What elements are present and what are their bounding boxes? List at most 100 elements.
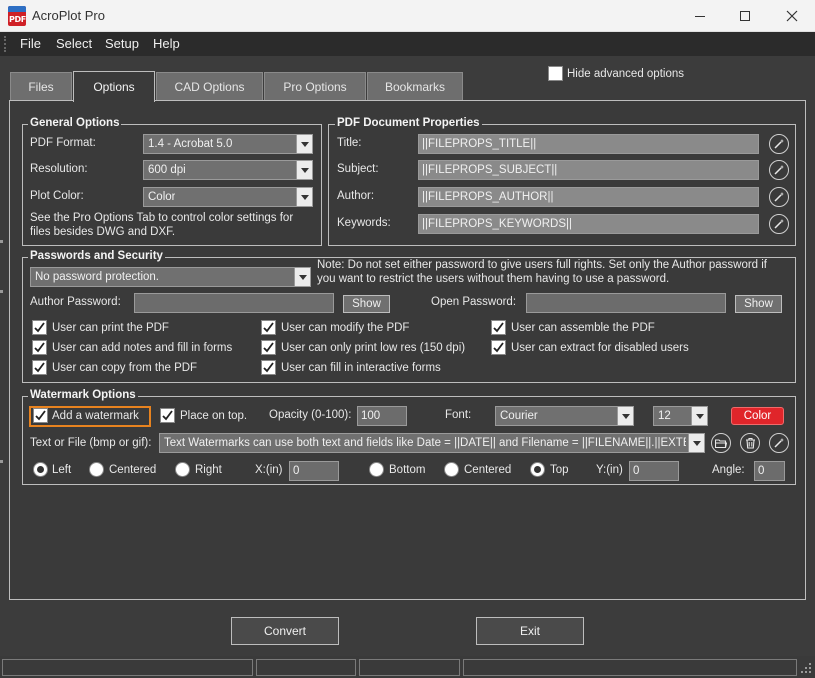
perm-forms-checkbox[interactable] bbox=[261, 360, 276, 375]
h-align-center-label: Centered bbox=[109, 464, 157, 476]
tab-pro-options[interactable]: Pro Options bbox=[264, 72, 366, 101]
status-segment bbox=[256, 659, 356, 676]
convert-button[interactable]: Convert bbox=[231, 617, 339, 645]
author-label: Author: bbox=[337, 190, 375, 202]
resize-grip[interactable] bbox=[800, 662, 812, 677]
checkmark-icon bbox=[34, 362, 45, 373]
tab-files[interactable]: Files bbox=[10, 72, 72, 101]
magic-wand-icon bbox=[774, 139, 784, 149]
author-password-field[interactable] bbox=[134, 293, 334, 313]
y-offset-input[interactable]: 0 bbox=[629, 461, 679, 481]
perm-extract-label: User can extract for disabled users bbox=[511, 342, 689, 354]
tab-cad-options[interactable]: CAD Options bbox=[156, 72, 263, 101]
magic-wand-icon bbox=[774, 192, 784, 202]
plot-color-select[interactable]: Color bbox=[143, 187, 313, 207]
watermark-text-label: Text or File (bmp or gif): bbox=[30, 437, 152, 449]
watermark-text-select[interactable]: Text Watermarks can use both text and fi… bbox=[159, 433, 705, 453]
chevron-down-icon bbox=[296, 161, 312, 179]
status-segment bbox=[2, 659, 253, 676]
edge-mark bbox=[0, 460, 3, 463]
menu-help[interactable]: Help bbox=[153, 36, 180, 51]
perm-copy-label: User can copy from the PDF bbox=[52, 362, 198, 374]
menu-grip bbox=[4, 36, 7, 52]
watermark-title: Watermark Options bbox=[28, 389, 138, 401]
v-align-top-label: Top bbox=[550, 464, 569, 476]
v-align-center-radio[interactable] bbox=[444, 462, 459, 477]
v-align-top-radio[interactable] bbox=[530, 462, 545, 477]
subject-field[interactable]: ||FILEPROPS_SUBJECT|| bbox=[418, 160, 759, 180]
show-author-password-button[interactable]: Show bbox=[343, 295, 390, 313]
general-note-line1: See the Pro Options Tab to control color… bbox=[30, 212, 294, 224]
maximize-button[interactable] bbox=[722, 0, 768, 32]
h-align-left-radio[interactable] bbox=[33, 462, 48, 477]
font-size-select[interactable]: 12 bbox=[653, 406, 708, 426]
perm-forms-label: User can fill in interactive forms bbox=[281, 362, 441, 374]
exit-button[interactable]: Exit bbox=[476, 617, 584, 645]
v-align-bottom-radio[interactable] bbox=[369, 462, 384, 477]
chevron-down-icon bbox=[691, 407, 707, 425]
clear-text-button[interactable] bbox=[740, 433, 760, 453]
y-offset-label: Y:(in) bbox=[596, 464, 623, 476]
x-offset-input[interactable]: 0 bbox=[289, 461, 339, 481]
title-field[interactable]: ||FILEPROPS_TITLE|| bbox=[418, 134, 759, 154]
author-field[interactable]: ||FILEPROPS_AUTHOR|| bbox=[418, 187, 759, 207]
pdf-format-select[interactable]: 1.4 - Acrobat 5.0 bbox=[143, 134, 313, 154]
perm-print-checkbox[interactable] bbox=[32, 320, 47, 335]
browse-file-button[interactable] bbox=[711, 433, 731, 453]
edge-mark bbox=[0, 240, 3, 243]
chevron-down-icon bbox=[688, 434, 704, 452]
v-align-bottom-label: Bottom bbox=[389, 464, 426, 476]
general-note-line2: files besides DWG and DXF. bbox=[30, 226, 176, 238]
author-wand-button[interactable] bbox=[769, 187, 789, 207]
checkmark-icon bbox=[34, 322, 45, 333]
perm-modify-checkbox[interactable] bbox=[261, 320, 276, 335]
menu-setup[interactable]: Setup bbox=[105, 36, 139, 51]
plot-color-label: Plot Color: bbox=[30, 190, 84, 202]
subject-wand-button[interactable] bbox=[769, 160, 789, 180]
maximize-icon bbox=[740, 11, 750, 21]
h-align-left-label: Left bbox=[52, 464, 72, 476]
folder-open-icon bbox=[715, 438, 727, 448]
resolution-label: Resolution: bbox=[30, 163, 88, 175]
keywords-wand-button[interactable] bbox=[769, 214, 789, 234]
tab-bookmarks[interactable]: Bookmarks bbox=[367, 72, 463, 101]
open-password-field[interactable] bbox=[526, 293, 726, 313]
place-on-top-label: Place on top. bbox=[180, 410, 248, 422]
keywords-label: Keywords: bbox=[337, 217, 391, 229]
perm-notes-label: User can add notes and fill in forms bbox=[52, 342, 233, 354]
minimize-button[interactable] bbox=[677, 0, 723, 32]
font-select[interactable]: Courier bbox=[495, 406, 634, 426]
focus-highlight bbox=[29, 406, 151, 427]
radio-dot bbox=[534, 466, 541, 473]
close-button[interactable] bbox=[769, 0, 815, 32]
security-note-line2: you want to restrict the users without t… bbox=[317, 273, 670, 285]
opacity-label: Opacity (0-100): bbox=[269, 409, 352, 421]
opacity-input[interactable]: 100 bbox=[357, 406, 407, 426]
title-wand-button[interactable] bbox=[769, 134, 789, 154]
hide-advanced-checkbox[interactable] bbox=[548, 66, 563, 81]
keywords-field[interactable]: ||FILEPROPS_KEYWORDS|| bbox=[418, 214, 759, 234]
window-title: AcroPlot Pro bbox=[32, 8, 105, 23]
menu-file[interactable]: File bbox=[20, 36, 41, 51]
perm-assemble-checkbox[interactable] bbox=[491, 320, 506, 335]
tab-options[interactable]: Options bbox=[73, 71, 155, 102]
security-title: Passwords and Security bbox=[28, 250, 165, 262]
h-align-center-radio[interactable] bbox=[89, 462, 104, 477]
resolution-select[interactable]: 600 dpi bbox=[143, 160, 313, 180]
security-note-line1: Note: Do not set either password to give… bbox=[317, 259, 768, 271]
checkmark-icon bbox=[34, 342, 45, 353]
h-align-right-radio[interactable] bbox=[175, 462, 190, 477]
author-password-label: Author Password: bbox=[30, 296, 121, 308]
menu-select[interactable]: Select bbox=[56, 36, 92, 51]
checkmark-icon bbox=[263, 342, 274, 353]
perm-lowres-checkbox[interactable] bbox=[261, 340, 276, 355]
show-open-password-button[interactable]: Show bbox=[735, 295, 782, 313]
place-on-top-checkbox[interactable] bbox=[160, 408, 175, 423]
watermark-wand-button[interactable] bbox=[769, 433, 789, 453]
perm-notes-checkbox[interactable] bbox=[32, 340, 47, 355]
color-button[interactable]: Color bbox=[731, 407, 784, 425]
perm-copy-checkbox[interactable] bbox=[32, 360, 47, 375]
password-protection-select[interactable]: No password protection. bbox=[30, 267, 311, 287]
angle-input[interactable]: 0 bbox=[754, 461, 785, 481]
perm-extract-checkbox[interactable] bbox=[491, 340, 506, 355]
